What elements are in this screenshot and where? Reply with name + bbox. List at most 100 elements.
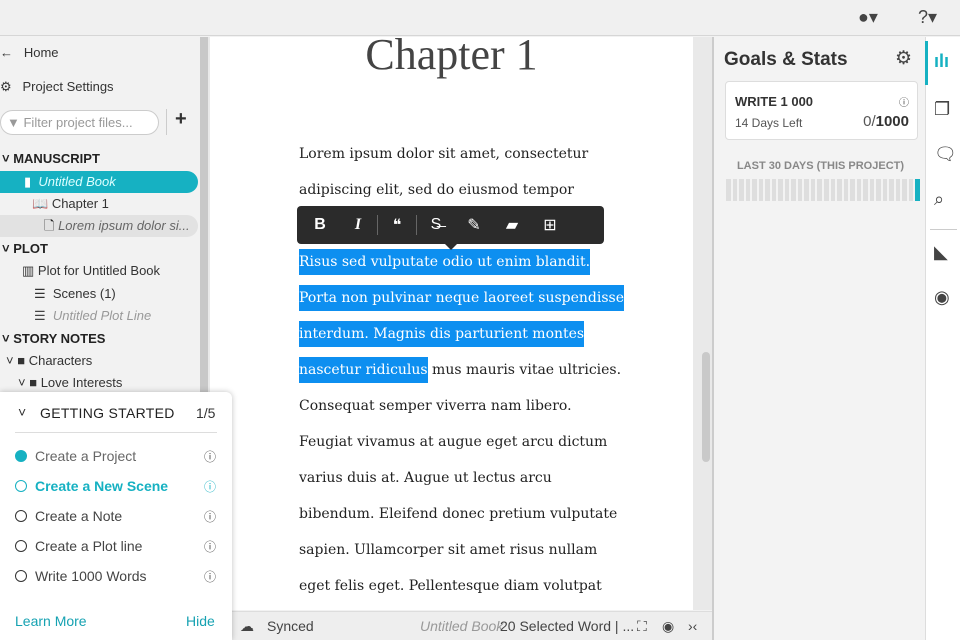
story-notes-label: STORY NOTES <box>13 331 106 346</box>
format-toolbar: B I ❝ S̶ ✎ ▰ ⊞ <box>297 206 604 244</box>
bold-button[interactable]: B <box>301 216 339 234</box>
section-plot[interactable]: ˅ PLOT <box>2 238 48 260</box>
account-circle-icon[interactable]: ●▾ <box>858 7 878 28</box>
day-bar <box>758 179 764 201</box>
eye-icon[interactable]: ◉ <box>934 287 950 308</box>
tree-item-scene[interactable]: 🗋 Lorem ipsum dolor si... <box>0 215 198 237</box>
comment-button[interactable]: ⊞ <box>531 215 569 235</box>
help-icon[interactable]: ⓘ <box>204 568 216 585</box>
toolbar-pointer <box>445 244 457 256</box>
tree-item-plot-line[interactable]: ☰ Untitled Plot Line <box>34 305 151 327</box>
help-icon[interactable]: ⓘ <box>899 94 909 109</box>
check-icon <box>15 450 27 462</box>
gs-item[interactable]: Create a Note <box>15 506 122 526</box>
help-icon[interactable]: ?▾ <box>918 7 937 28</box>
tree-item-book[interactable]: ▮ Untitled Book <box>0 171 198 193</box>
add-button[interactable]: + <box>175 108 187 131</box>
text-line: sapien. Ullamcorper sit amet risus nulla… <box>299 542 598 558</box>
columns-icon: ▥ <box>22 263 35 278</box>
editor-scrollbar[interactable] <box>702 352 710 462</box>
help-icon[interactable]: ⓘ <box>204 538 216 555</box>
word-count[interactable]: 20 Selected Word | ... <box>500 612 634 640</box>
strikethrough-button[interactable]: S̶ <box>417 216 455 234</box>
document-icon: 🗋 <box>44 218 55 233</box>
folder-icon: ■ <box>17 353 26 368</box>
filter-placeholder: Filter project files... <box>23 115 133 130</box>
hide-link[interactable]: Hide <box>186 613 215 629</box>
manuscript-label: MANUSCRIPT <box>13 151 100 166</box>
fullscreen-icon[interactable]: ⛶ <box>637 612 647 640</box>
day-bar <box>797 179 803 201</box>
gs-item[interactable]: Write 1000 Words <box>15 566 147 586</box>
goal-card[interactable]: WRITE 1 000 ⓘ 14 Days Left 0/1000 <box>725 81 918 140</box>
selected-text: nascetur ridiculus <box>299 357 428 383</box>
circle-icon <box>15 570 27 582</box>
highlight-button[interactable]: ✎ <box>455 215 493 235</box>
plot-book-label: Plot for Untitled Book <box>37 263 161 278</box>
section-story-notes[interactable]: ˅ STORY NOTES <box>2 328 105 350</box>
day-bar <box>752 179 757 201</box>
comment-history-icon[interactable]: 🗨 <box>934 144 957 165</box>
text-line: bibendum. Eleifend donec pretium vulputa… <box>299 506 618 522</box>
tree-item-characters[interactable]: ˅ ■ Characters <box>6 350 92 372</box>
progress-target: 1000 <box>875 113 909 130</box>
status-bar: ☁ Synced Untitled Book 20 Selected Word … <box>232 611 712 640</box>
tree-item-love-interests[interactable]: ˅ ■ Love Interests <box>18 372 122 394</box>
day-bar <box>810 179 816 201</box>
gs-label: Write 1000 Words <box>35 568 147 584</box>
day-bar <box>843 179 849 201</box>
day-bar <box>765 179 770 201</box>
plotline-icon: ☰ <box>34 308 46 323</box>
days-left: 14 Days Left <box>735 116 803 130</box>
project-settings-link[interactable]: ⚙ Project Settings <box>0 76 114 98</box>
eye-icon[interactable]: ◉ <box>662 612 674 640</box>
tree-item-plot[interactable]: ▥ Plot for Untitled Book <box>22 260 160 282</box>
gs-item[interactable]: Create a Project <box>15 446 136 466</box>
gs-label: Create a Note <box>35 508 123 524</box>
day-bar <box>830 179 836 201</box>
search-doc-icon[interactable]: ⌕ <box>934 189 944 210</box>
day-bar <box>850 179 855 201</box>
collapse-icon[interactable]: ›‹ <box>688 612 697 640</box>
italic-button[interactable]: I <box>339 216 377 234</box>
getting-started-panel: ˅ GETTING STARTED 1/5 Create a Project C… <box>0 392 232 640</box>
chapter-label: Chapter 1 <box>51 196 109 211</box>
chapter-title: Chapter 1 <box>365 30 538 79</box>
gs-label: Create a New Scene <box>35 478 169 494</box>
plot-line-label: Untitled Plot Line <box>52 308 152 323</box>
tree-item-scenes[interactable]: ☰ Scenes (1) <box>34 283 116 305</box>
gs-item[interactable]: Create a New Scene <box>15 476 168 496</box>
day-bar <box>817 179 822 201</box>
panel-rail: ılı ❐ 🗨 ⌕ ◣ ◉ <box>925 37 960 640</box>
help-icon[interactable]: ⓘ <box>204 478 216 495</box>
learn-more-link[interactable]: Learn More <box>15 613 87 629</box>
tree-item-chapter[interactable]: 📖 Chapter 1 <box>32 193 109 215</box>
day-bar <box>784 179 790 201</box>
plotline-icon: ☰ <box>34 286 46 301</box>
sync-status: Synced <box>267 618 314 634</box>
day-bar <box>804 179 809 201</box>
hide-comments-icon[interactable]: ◣ <box>934 242 948 263</box>
day-bar <box>823 179 829 201</box>
help-icon[interactable]: ⓘ <box>204 448 216 465</box>
cloud-check-icon: ☁ <box>240 618 254 634</box>
help-icon[interactable]: ⓘ <box>204 508 216 525</box>
quote-button[interactable]: ❝ <box>378 215 416 235</box>
love-label: Love Interests <box>40 375 123 390</box>
day-bar <box>915 179 920 201</box>
day-bar <box>863 179 868 201</box>
home-link[interactable]: ← Home <box>0 42 59 64</box>
gs-item[interactable]: Create a Plot line <box>15 536 142 556</box>
circle-icon <box>15 480 27 492</box>
section-manuscript[interactable]: ˅ MANUSCRIPT <box>2 148 100 170</box>
collapse-chevron-icon[interactable]: ˅ <box>18 404 26 420</box>
folder-icon: ■ <box>29 375 38 390</box>
stats-icon[interactable]: ılı <box>934 51 949 72</box>
note-button[interactable]: ▰ <box>493 215 531 235</box>
gear-icon[interactable]: ⚙ <box>895 47 912 70</box>
cards-icon[interactable]: ❐ <box>934 99 950 120</box>
text-line: varius duis at. Augue ut lectus arcu <box>299 470 552 486</box>
editor-page[interactable]: Chapter 1 Lorem ipsum dolor sit amet, co… <box>210 30 693 610</box>
plot-label: PLOT <box>13 241 48 256</box>
filter-input[interactable]: ▼ Filter project files... <box>0 110 159 135</box>
